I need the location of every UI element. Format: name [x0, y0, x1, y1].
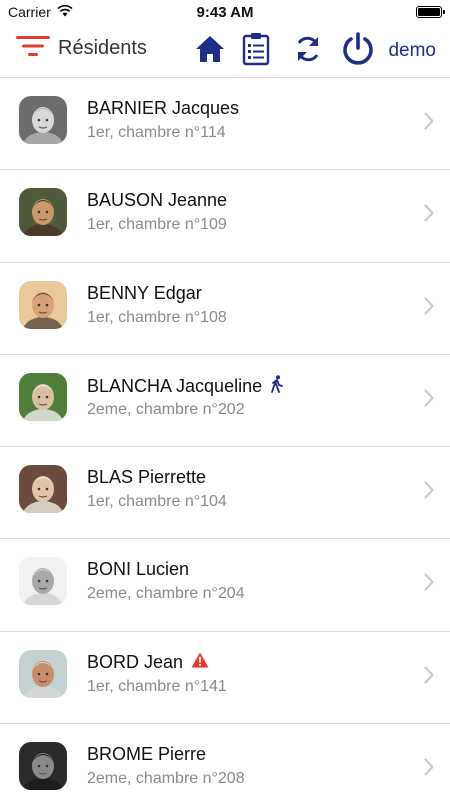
status-bar: Carrier 9:43 AM: [0, 0, 450, 24]
resident-location: 2eme, chambre n°208: [87, 770, 245, 788]
resident-name: BLANCHA Jacqueline: [87, 375, 263, 396]
resident-row[interactable]: BLANCHA Jacqueline 2eme, chambre n°202: [0, 355, 450, 448]
resident-name-line: BARNIER Jacques: [87, 98, 239, 119]
chevron-right-icon: [424, 389, 434, 412]
avatar: [19, 280, 67, 329]
resident-location: 1er, chambre n°104: [87, 493, 227, 511]
resident-location: 1er, chambre n°109: [87, 216, 227, 234]
resident-name: BLAS Pierrette: [87, 467, 207, 488]
resident-name: BARNIER Jacques: [87, 98, 240, 118]
chevron-right-icon: [424, 112, 434, 135]
resident-list: BARNIER Jacques 1er, chambre n°114 BAUSON …: [0, 78, 450, 800]
warning-icon: [191, 652, 209, 673]
resident-row[interactable]: BAUSON Jeanne 1er, chambre n°109: [0, 170, 450, 263]
resident-row[interactable]: BENNY Edgar 1er, chambre n°108: [0, 263, 450, 355]
toolbar: demo: [190, 31, 436, 72]
resident-name-line: BAUSON Jeanne: [87, 190, 227, 211]
resident-name: BONI Lucien: [87, 559, 190, 580]
home-icon: [195, 35, 225, 68]
resident-row[interactable]: BARNIER Jacques 1er, chambre n°114: [0, 78, 450, 171]
resident-name-line: BROME Pierre: [87, 744, 206, 765]
filter-button[interactable]: Résidents: [16, 34, 147, 63]
chevron-right-icon: [424, 758, 434, 781]
resident-location: 1er, chambre n°141: [87, 677, 227, 695]
resident-row[interactable]: BLAS Pierrette 1er, chambre n°104: [0, 447, 450, 540]
home-button[interactable]: [190, 32, 230, 70]
resident-location: 2eme, chambre n°202: [87, 400, 245, 418]
resident-name-line: BENNY Edgar: [87, 283, 202, 304]
resident-row[interactable]: BONI Lucien 2eme, chambre n°204: [0, 539, 450, 632]
battery-icon: [416, 6, 445, 18]
logout-button[interactable]: [334, 31, 382, 72]
walking-person-icon: [270, 375, 284, 398]
resident-location: 1er, chambre n°114: [87, 124, 226, 141]
sync-button[interactable]: [282, 32, 334, 70]
resident-name: BORD Jean: [87, 651, 184, 672]
avatar: [19, 465, 67, 514]
avatar: [19, 649, 67, 698]
sync-icon: [294, 34, 322, 69]
chevron-right-icon: [424, 666, 434, 689]
resident-name: BROME Pierre: [87, 744, 207, 765]
resident-name-line: BORD Jean: [87, 652, 209, 673]
page-title: Résidents: [58, 37, 147, 59]
user-name[interactable]: demo: [388, 40, 436, 62]
power-icon: [340, 31, 376, 72]
resident-name-line: BLANCHA Jacqueline: [87, 375, 284, 398]
clipboard-icon: [242, 32, 270, 71]
filter-icon: [16, 34, 50, 63]
resident-name: BAUSON Jeanne: [87, 190, 228, 211]
avatar: [19, 557, 67, 606]
chevron-right-icon: [424, 296, 434, 320]
resident-row[interactable]: BROME Pierre 2eme, chambre n°208: [0, 724, 450, 800]
chevron-right-icon: [424, 481, 434, 504]
chevron-right-icon: [424, 204, 434, 227]
chevron-right-icon: [424, 573, 434, 596]
status-time: 9:43 AM: [196, 4, 254, 21]
resident-row[interactable]: BORD Jean 1er, chambre n°141: [0, 632, 450, 725]
avatar: [19, 96, 67, 144]
resident-name-line: BONI Lucien: [87, 559, 189, 580]
resident-location: 2eme, chambre n°204: [87, 585, 245, 603]
resident-name: BENNY Edgar: [87, 282, 202, 303]
nav-bar: Résidents demo: [0, 24, 450, 78]
avatar: [19, 742, 67, 791]
avatar: [19, 188, 67, 237]
resident-name-line: BLAS Pierrette: [87, 467, 206, 488]
avatar: [19, 372, 67, 421]
report-button[interactable]: [230, 32, 282, 70]
resident-location: 1er, chambre n°108: [87, 308, 227, 326]
